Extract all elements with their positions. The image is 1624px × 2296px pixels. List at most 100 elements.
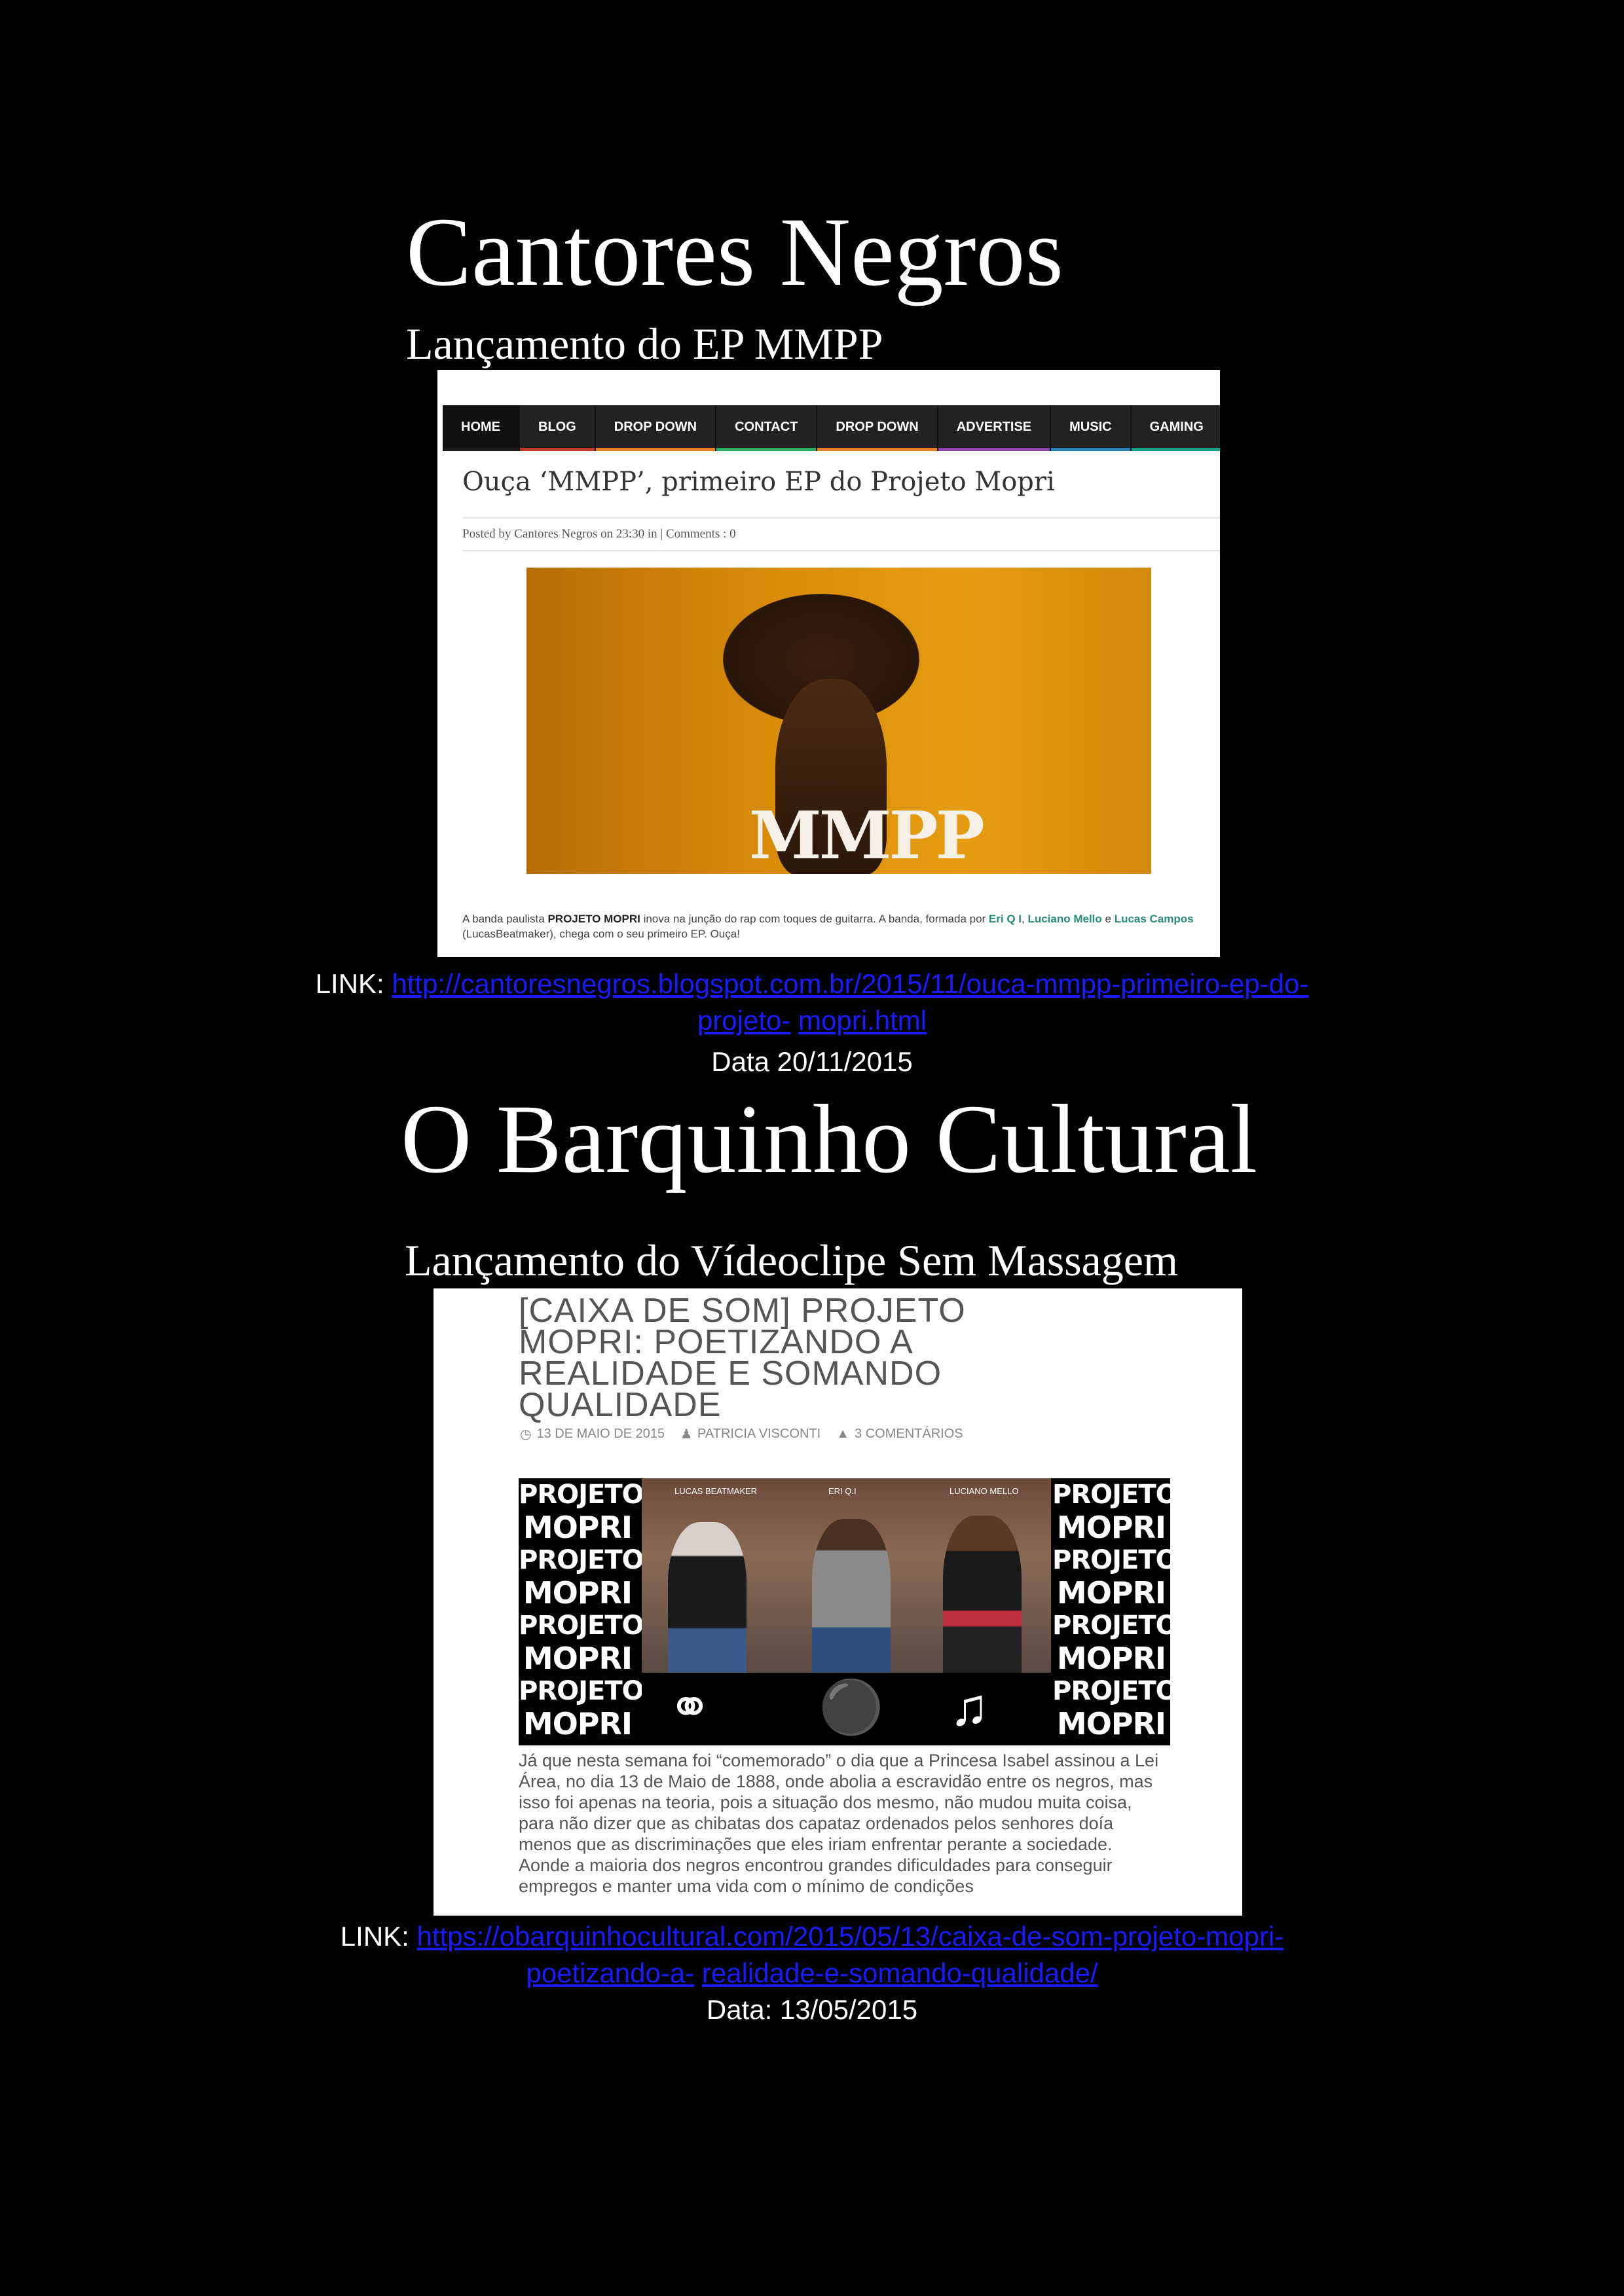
section1-url-link[interactable]: http://cantoresnegros.blogspot.com.br/20… xyxy=(392,968,1308,999)
section1-url-link-cont[interactable]: mopri.html xyxy=(798,1005,927,1036)
nav-item-accent-bar xyxy=(520,448,595,451)
collage-word: PROJETO xyxy=(1052,1676,1170,1706)
section1-date: Data 20/11/2015 xyxy=(711,1046,913,1077)
nav-item-accent-bar xyxy=(716,448,817,451)
nav-item-label: GAMING xyxy=(1149,420,1204,434)
collage-left-text: PROJETO MOPRI PROJETO MOPRI PROJETO MOPR… xyxy=(519,1478,644,1745)
band-member-figure xyxy=(668,1522,747,1673)
collage-word: MOPRI xyxy=(523,1510,633,1545)
collage-word: PROJETO xyxy=(519,1611,644,1641)
meta-author-text[interactable]: PATRICIA VISCONTI xyxy=(697,1427,821,1442)
nav-item-label: DROP DOWN xyxy=(836,420,919,434)
band-member-figure xyxy=(812,1519,891,1673)
music-icons-strip: ⚭ ⚫ ♫ xyxy=(642,1675,1051,1745)
band-member-figure xyxy=(943,1516,1022,1673)
collage-word: PROJETO xyxy=(1052,1480,1170,1510)
body-text: inova na junção do rap com toques de gui… xyxy=(640,913,989,925)
member-link[interactable]: Eri Q I xyxy=(989,913,1022,925)
member-link[interactable]: Luciano Mello xyxy=(1027,913,1101,925)
collage-word: PROJETO xyxy=(519,1676,644,1706)
comment-icon: ▲ xyxy=(836,1427,850,1441)
nav-item-label: DROP DOWN xyxy=(614,420,697,434)
photo-label: ERI Q.I xyxy=(828,1486,857,1496)
meta-comments: ▲ 3 COMENTÁRIOS xyxy=(836,1426,963,1442)
microphone-icon: ⚫ xyxy=(819,1678,884,1736)
blog-nav-bar: HOME BLOG DROP DOWN CONTACT DROP DOWN ADVERTI… xyxy=(443,405,1220,451)
nav-item-accent-bar xyxy=(938,448,1050,451)
meta-comments-text[interactable]: 3 COMENTÁRIOS xyxy=(855,1427,963,1442)
blog-screenshot-cantores-negros: HOME BLOG DROP DOWN CONTACT DROP DOWN ADVERTI… xyxy=(437,370,1220,957)
post-meta: Posted by Cantores Negros on 23:30 in | … xyxy=(462,527,736,541)
meta-date: ◷ 13 DE MAIO DE 2015 xyxy=(520,1426,665,1442)
body-text: (LucasBeatmaker), chega com o seu primei… xyxy=(462,928,740,940)
collage-word: MOPRI xyxy=(1056,1641,1166,1676)
section2-title: O Barquinho Cultural xyxy=(401,1085,1258,1194)
collage-word: MOPRI xyxy=(1056,1575,1166,1611)
section1-title: Cantores Negros xyxy=(406,198,1063,306)
nav-item[interactable]: CONTACT xyxy=(716,405,818,451)
collage-word: MOPRI xyxy=(523,1575,633,1611)
nav-item[interactable]: MUSIC xyxy=(1051,405,1132,451)
nav-item-accent-bar xyxy=(817,448,937,451)
nav-item-accent-bar xyxy=(595,448,716,451)
meta-author: ♟ PATRICIA VISCONTI xyxy=(680,1426,821,1442)
collage-word: PROJETO xyxy=(519,1480,644,1510)
collage-word: PROJETO xyxy=(1052,1545,1170,1575)
clock-icon: ◷ xyxy=(520,1427,532,1442)
section2-link-line2: poetizando-a- realidade-e-somando-qualid… xyxy=(0,1955,1624,1992)
section2-url-link-cont[interactable]: realidade-e-somando-qualidade/ xyxy=(702,1958,1098,1988)
nav-item[interactable]: GAMING xyxy=(1131,405,1220,451)
headphones-icon: ⚭ xyxy=(668,1678,712,1736)
post-meta: ◷ 13 DE MAIO DE 2015 ♟ PATRICIA VISCONTI ▲… xyxy=(520,1426,963,1442)
guitar-icon: ♫ xyxy=(950,1678,989,1736)
collage-word: PROJETO xyxy=(519,1545,644,1575)
divider xyxy=(462,550,1220,551)
member-link[interactable]: Lucas Campos xyxy=(1115,913,1194,925)
section2-url-link[interactable]: https://obarquinhocultural.com/2015/05/1… xyxy=(417,1921,1284,1952)
band-collage-image: PROJETO MOPRI PROJETO MOPRI PROJETO MOPR… xyxy=(519,1478,1170,1745)
section1-url-link-cont[interactable]: projeto- xyxy=(697,1005,790,1036)
collage-word: PROJETO xyxy=(1052,1611,1170,1641)
section2-subtitle: Lançamento do Vídeoclipe Sem Massagem xyxy=(405,1235,1178,1285)
nav-item-label: BLOG xyxy=(538,420,576,434)
link-label: LINK: xyxy=(340,1921,417,1952)
section2-url-link-cont[interactable]: poetizando-a- xyxy=(526,1958,694,1988)
collage-word: MOPRI xyxy=(1056,1706,1166,1741)
band-photo: LUCAS BEATMAKER ERI Q.I LUCIANO MELLO xyxy=(642,1478,1051,1673)
post-body: A banda paulista PROJETO MOPRI inova na … xyxy=(462,911,1202,941)
nav-item[interactable]: ADVERTISE xyxy=(938,405,1052,451)
user-icon: ♟ xyxy=(680,1427,693,1442)
nav-item-label: MUSIC xyxy=(1069,420,1112,434)
body-bold-band: PROJETO MOPRI xyxy=(547,913,640,925)
photo-label: LUCAS BEATMAKER xyxy=(674,1486,758,1496)
body-text: e xyxy=(1101,913,1115,925)
nav-item-label: ADVERTISE xyxy=(956,420,1032,434)
collage-word: MOPRI xyxy=(523,1706,633,1741)
section2-date: Data: 13/05/2015 xyxy=(706,1994,918,2025)
section1-link-line2: projeto- mopri.html xyxy=(0,1002,1624,1039)
nav-item-accent-bar xyxy=(1051,448,1130,451)
collage-word: MOPRI xyxy=(1056,1510,1166,1545)
post-title: [CAIXA DE SOM] PROJETO MOPRI: POETIZANDO… xyxy=(519,1292,966,1424)
nav-item[interactable]: DROP DOWN xyxy=(595,405,717,451)
hero-logo-text: MMPP xyxy=(749,797,985,874)
nav-item-label: CONTACT xyxy=(735,420,798,434)
photo-label: LUCIANO MELLO xyxy=(950,1486,1019,1496)
meta-date-text: 13 DE MAIO DE 2015 xyxy=(536,1427,665,1441)
section2-link-line1: LINK: https://obarquinhocultural.com/201… xyxy=(0,1918,1624,1955)
nav-item-accent-bar xyxy=(1131,448,1220,451)
section1-subtitle: Lançamento do EP MMPP xyxy=(406,319,883,369)
collage-word: MOPRI xyxy=(523,1641,633,1676)
hero-image-mmpp-cover: MMPP xyxy=(526,568,1151,874)
collage-right-text: PROJETO MOPRI PROJETO MOPRI PROJETO MOPR… xyxy=(1052,1478,1170,1745)
nav-item[interactable]: HOME xyxy=(443,405,520,451)
divider xyxy=(462,517,1220,519)
nav-item[interactable]: DROP DOWN xyxy=(817,405,938,451)
post-body: Já que nesta semana foi “comemorado” o d… xyxy=(519,1751,1159,1896)
link-label: LINK: xyxy=(315,968,392,999)
section1-link-line1: LINK: http://cantoresnegros.blogspot.com… xyxy=(0,966,1624,1002)
nav-item[interactable]: BLOG xyxy=(520,405,596,451)
body-text: A banda paulista xyxy=(462,913,548,925)
blog-screenshot-barquinho-cultural: [CAIXA DE SOM] PROJETO MOPRI: POETIZANDO… xyxy=(434,1288,1242,1916)
nav-item-label: HOME xyxy=(461,420,500,434)
